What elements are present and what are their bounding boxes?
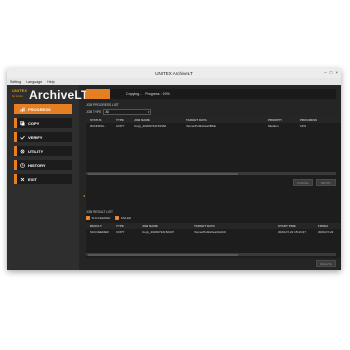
sidebar-item-verify[interactable]: VERIFY bbox=[14, 132, 72, 142]
sidebar-item-label: PROGRESS bbox=[28, 106, 51, 112]
scrollbar-thumb[interactable] bbox=[88, 253, 238, 256]
column-header-priority[interactable]: PRIORITY bbox=[264, 118, 296, 122]
window-controls: – □ × bbox=[324, 70, 338, 76]
checkbox-checked-icon[interactable]: ✓ bbox=[86, 216, 90, 220]
cell-job-name: Copy_20200722152437 bbox=[142, 230, 175, 234]
copy-icon bbox=[20, 120, 25, 126]
brand-vendor: UNITEX bbox=[12, 89, 28, 93]
column-header-type[interactable]: TYPE bbox=[112, 118, 130, 122]
exit-icon bbox=[20, 177, 25, 182]
column-header-result[interactable]: RESULT bbox=[86, 224, 112, 228]
utility-icon bbox=[20, 149, 25, 154]
job-type-select[interactable]: All ▾ bbox=[103, 109, 152, 115]
title-bar: UNITEX ArchiveLT – □ × bbox=[7, 68, 341, 78]
progress-icon bbox=[20, 107, 25, 112]
retry-button[interactable]: RETRY bbox=[316, 179, 336, 186]
brand-product: ArchiveLT bbox=[29, 88, 89, 102]
sidebar: UNITEX for Linux ArchiveLT PROGRESS COPY bbox=[7, 85, 88, 270]
cell-job-name: Copy_20200722153452 bbox=[134, 124, 167, 128]
checkbox-checked-icon[interactable]: ✓ bbox=[115, 216, 120, 220]
minimize-button[interactable]: – bbox=[324, 70, 327, 76]
status-progress-fill bbox=[86, 89, 110, 99]
cancel-button[interactable]: CANCEL bbox=[293, 179, 313, 186]
status-message: Copying... bbox=[126, 91, 143, 96]
menu-setting[interactable]: Setting bbox=[10, 80, 21, 84]
cell-finish: 2020-07-22 bbox=[318, 230, 334, 234]
cell-target-data: /home/Public/test/AAK0 bbox=[194, 230, 226, 234]
chevron-down-icon: ▾ bbox=[147, 110, 150, 114]
status-progress-label: Progress : 19% bbox=[145, 91, 170, 96]
horizontal-scrollbar[interactable] bbox=[86, 253, 336, 256]
failed-filter[interactable]: ✓ FAILED bbox=[115, 216, 131, 220]
brand-logo: UNITEX for Linux ArchiveLT bbox=[12, 88, 88, 105]
sidebar-item-label: VERIFY bbox=[28, 134, 43, 140]
cell-type: COPY bbox=[116, 124, 125, 128]
table-row[interactable]: SUCCEEDED COPY Copy_20200722152437 /home… bbox=[86, 229, 341, 235]
cell-type: COPY bbox=[116, 230, 125, 234]
menu-bar: Setting Language Help bbox=[7, 78, 341, 85]
succeeded-filter-label: SUCCEEDED bbox=[91, 216, 111, 220]
column-header-start-time[interactable]: START TIME bbox=[274, 224, 314, 228]
app-content: UNITEX for Linux ArchiveLT PROGRESS COPY bbox=[7, 85, 341, 270]
job-result-list-title: JOB RESULT LIST bbox=[86, 210, 113, 214]
menu-language[interactable]: Language bbox=[26, 80, 42, 84]
cell-status: RUNNING... bbox=[90, 124, 107, 128]
sidebar-item-label: EXIT bbox=[28, 176, 37, 182]
column-header-progress[interactable]: PROGRESS bbox=[296, 118, 341, 122]
sidebar-item-progress[interactable]: PROGRESS bbox=[14, 104, 72, 114]
sidebar-item-label: COPY bbox=[28, 120, 40, 126]
column-header-job-name[interactable]: JOB NAME bbox=[130, 118, 182, 122]
column-header-target-data[interactable]: TARGET DATA bbox=[182, 118, 264, 122]
cell-target-data: /home/Public/test/BKE bbox=[186, 124, 216, 128]
column-header-target-data[interactable]: TARGET DATA bbox=[190, 224, 274, 228]
sidebar-nav: PROGRESS COPY VERIFY UTILITY HISTORY EXI… bbox=[14, 104, 72, 188]
job-type-filter: JOB TYPE All ▾ bbox=[86, 109, 152, 115]
close-button[interactable]: × bbox=[335, 70, 338, 76]
column-header-status[interactable]: STATUS bbox=[86, 118, 112, 122]
sidebar-item-history[interactable]: HISTORY bbox=[14, 160, 72, 170]
sidebar-item-utility[interactable]: UTILITY bbox=[14, 146, 72, 156]
cell-start-time: 2020-07-22 15:24:37 bbox=[278, 230, 306, 234]
sidebar-item-label: HISTORY bbox=[28, 162, 46, 168]
column-header-type[interactable]: TYPE bbox=[112, 224, 138, 228]
app-window: UNITEX ArchiveLT – □ × Setting Language … bbox=[7, 68, 341, 270]
job-progress-list-title: JOB PROGRESS LIST bbox=[86, 103, 119, 107]
cell-priority: Medium bbox=[268, 124, 279, 128]
cell-result: SUCCEEDED bbox=[90, 230, 109, 234]
main-panel: Copying... Progress : 19% JOB PROGRESS L… bbox=[83, 85, 341, 270]
column-header-job-name[interactable]: JOB NAME bbox=[138, 224, 190, 228]
result-filters: ✓ SUCCEEDED ✓ FAILED bbox=[86, 216, 131, 220]
maximize-button[interactable]: □ bbox=[330, 70, 333, 76]
status-text: Copying... Progress : 19% bbox=[126, 92, 172, 96]
failed-filter-label: FAILED bbox=[120, 216, 132, 220]
delete-button[interactable]: DELETE bbox=[316, 260, 336, 267]
brand-tagline: for Linux bbox=[12, 94, 23, 98]
history-icon bbox=[20, 162, 25, 168]
window-title: UNITEX ArchiveLT bbox=[155, 70, 193, 76]
cell-progress: 19% bbox=[300, 124, 307, 128]
status-bar: Copying... Progress : 19% bbox=[86, 89, 336, 99]
verify-icon bbox=[20, 135, 25, 140]
job-type-label: JOB TYPE bbox=[86, 110, 102, 114]
job-type-value: All bbox=[105, 110, 109, 114]
column-header-finish[interactable]: FINISH bbox=[314, 224, 341, 228]
scrollbar-thumb[interactable] bbox=[88, 172, 238, 175]
sidebar-item-copy[interactable]: COPY bbox=[14, 118, 72, 128]
table-row[interactable]: RUNNING... COPY Copy_20200722153452 /hom… bbox=[86, 123, 341, 129]
sidebar-item-label: UTILITY bbox=[28, 148, 44, 154]
menu-help[interactable]: Help bbox=[47, 80, 54, 84]
horizontal-scrollbar[interactable] bbox=[86, 172, 336, 175]
sidebar-item-exit[interactable]: EXIT bbox=[14, 174, 72, 184]
succeeded-filter[interactable]: ✓ SUCCEEDED bbox=[86, 216, 110, 220]
